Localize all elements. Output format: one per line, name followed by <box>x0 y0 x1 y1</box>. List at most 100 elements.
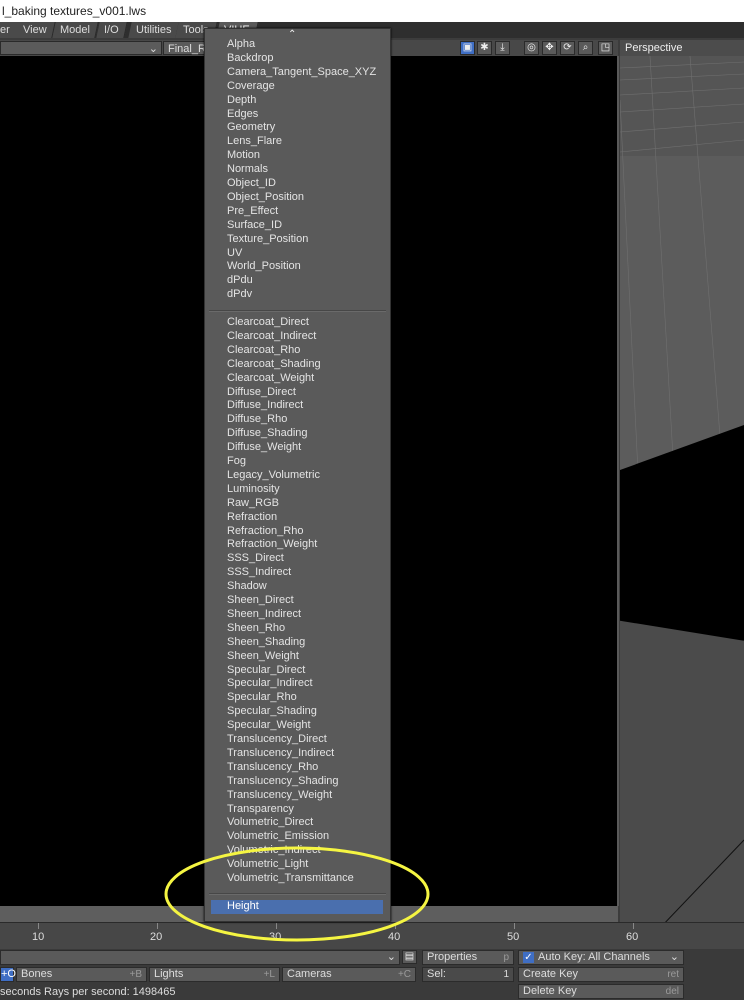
viewport-view-select[interactable]: ⌄ <box>0 41 162 55</box>
menu-item[interactable]: Sheen_Direct <box>227 594 294 606</box>
menu-item[interactable]: Geometry <box>227 121 275 133</box>
center-icon[interactable]: ◎ <box>524 41 539 55</box>
tab-utilities[interactable]: Utilities <box>128 22 181 38</box>
menu-item[interactable]: Sheen_Shading <box>227 636 305 648</box>
menu-item[interactable]: Sheen_Rho <box>227 622 285 634</box>
menu-item[interactable]: dPdu <box>227 274 253 286</box>
scroll-up-icon[interactable]: ⌃ <box>288 29 296 40</box>
menu-item[interactable]: Volumetric_Direct <box>227 816 313 828</box>
checkbox-checked-icon[interactable]: ✓ <box>523 952 534 963</box>
menu-item[interactable]: Diffuse_Shading <box>227 427 308 439</box>
menu-item[interactable]: Refraction_Rho <box>227 525 303 537</box>
timeline[interactable]: 10 20 30 40 50 60 <box>0 922 744 951</box>
item-select-dropdown[interactable]: ⌄ <box>0 950 400 965</box>
menu-item[interactable]: dPdv <box>227 288 252 300</box>
properties-label: Properties <box>427 951 478 963</box>
menu-item[interactable]: Motion <box>227 149 260 161</box>
timeline-tick-label: 20 <box>150 931 163 943</box>
tab-io[interactable]: I/O <box>96 22 128 38</box>
menu-item[interactable]: SSS_Direct <box>227 552 284 564</box>
menu-item[interactable]: Backdrop <box>227 52 273 64</box>
menu-item[interactable]: Object_ID <box>227 177 276 189</box>
menu-item[interactable]: Clearcoat_Weight <box>227 372 314 384</box>
menu-item[interactable]: Volumetric_Transmittance <box>227 872 354 884</box>
menu-item[interactable]: Translucency_Rho <box>227 761 318 773</box>
zoom-icon[interactable]: ⌕ <box>578 41 593 55</box>
autokey-dropdown[interactable]: ✓ Auto Key: All Channels ⌄ <box>518 950 684 965</box>
properties-button[interactable]: Properties p <box>422 950 514 965</box>
tab-label: View <box>23 24 47 36</box>
tab-label: I/O <box>104 24 119 36</box>
menu-item[interactable]: Specular_Weight <box>227 719 311 731</box>
tab-label: Utilities <box>136 24 172 36</box>
lights-button[interactable]: Lights +L <box>149 967 280 982</box>
menu-item[interactable]: Diffuse_Direct <box>227 386 296 398</box>
menu-item[interactable]: Specular_Rho <box>227 691 297 703</box>
menu-item[interactable]: Refraction_Weight <box>227 538 317 550</box>
autokey-label: Auto Key: All Channels <box>538 951 650 963</box>
perspective-viewport[interactable] <box>620 40 744 928</box>
menu-item[interactable]: Translucency_Shading <box>227 775 339 787</box>
menu-item[interactable]: Depth <box>227 94 256 106</box>
menu-item[interactable]: Volumetric_Indirect <box>227 844 321 856</box>
move-icon[interactable]: ✥ <box>542 41 557 55</box>
bones-button[interactable]: Bones +B <box>16 967 147 982</box>
menu-item[interactable]: SSS_Indirect <box>227 566 291 578</box>
menu-item[interactable]: Translucency_Direct <box>227 733 327 745</box>
menu-item[interactable]: Raw_RGB <box>227 497 279 509</box>
window-title-bar: l_baking textures_v001.lws <box>0 0 744 22</box>
menu-item[interactable]: Refraction <box>227 511 277 523</box>
menu-item[interactable]: Lens_Flare <box>227 135 282 147</box>
menu-item[interactable]: Diffuse_Weight <box>227 441 301 453</box>
menu-item[interactable]: Specular_Shading <box>227 705 317 717</box>
maximize-icon[interactable]: ◳ <box>598 41 613 55</box>
right-viewport-header[interactable]: Perspective <box>620 40 744 56</box>
timeline-tick-label: 40 <box>388 931 401 943</box>
menu-item[interactable]: Sheen_Indirect <box>227 608 301 620</box>
menu-item[interactable]: Specular_Direct <box>227 664 305 676</box>
sel-label: Sel: <box>427 968 446 980</box>
menu-item[interactable]: Edges <box>227 108 258 120</box>
menu-item[interactable]: Translucency_Indirect <box>227 747 334 759</box>
menu-item[interactable]: Legacy_Volumetric <box>227 469 320 481</box>
camera-lock-icon[interactable]: ▣ <box>460 41 475 55</box>
menu-item[interactable]: Texture_Position <box>227 233 308 245</box>
menu-item[interactable]: Alpha <box>227 38 255 50</box>
chevron-down-icon: ⌄ <box>148 43 158 55</box>
menu-item[interactable]: Clearcoat_Shading <box>227 358 321 370</box>
menu-item[interactable]: Volumetric_Emission <box>227 830 329 842</box>
menu-item[interactable]: Pre_Effect <box>227 205 278 217</box>
create-key-button[interactable]: Create Key ret <box>518 967 684 982</box>
delete-key-button[interactable]: Delete Key del <box>518 984 684 999</box>
menu-item[interactable]: Diffuse_Indirect <box>227 399 303 411</box>
menu-item[interactable]: Coverage <box>227 80 275 92</box>
menu-item[interactable]: Specular_Indirect <box>227 677 313 689</box>
menu-item[interactable]: Shadow <box>227 580 267 592</box>
menu-item[interactable]: Translucency_Weight <box>227 789 332 801</box>
save-icon[interactable]: ⤓ <box>495 41 510 55</box>
tab-model[interactable]: Model <box>52 22 99 38</box>
menu-item[interactable]: Clearcoat_Rho <box>227 344 300 356</box>
menu-item[interactable]: UV <box>227 247 242 259</box>
menu-item[interactable]: Fog <box>227 455 246 467</box>
rotate-icon[interactable]: ⟳ <box>560 41 575 55</box>
menu-item[interactable]: Sheen_Weight <box>227 650 299 662</box>
menu-item-selected[interactable]: Height <box>211 900 383 914</box>
menu-item[interactable]: Transparency <box>227 803 294 815</box>
menu-item[interactable]: Clearcoat_Indirect <box>227 330 316 342</box>
menu-item[interactable]: World_Position <box>227 260 301 272</box>
menu-item[interactable]: Object_Position <box>227 191 304 203</box>
menu-item[interactable]: Clearcoat_Direct <box>227 316 309 328</box>
menu-item[interactable]: Luminosity <box>227 483 280 495</box>
menu-item[interactable]: Camera_Tangent_Space_XYZ <box>227 66 376 78</box>
menu-item[interactable]: Volumetric_Light <box>227 858 308 870</box>
cameras-button[interactable]: Cameras +C <box>282 967 416 982</box>
menu-item[interactable]: Normals <box>227 163 268 175</box>
buffer-dropdown-menu[interactable]: Alpha Backdrop Camera_Tangent_Space_XYZ Cov… <box>204 28 391 922</box>
menu-item[interactable]: Diffuse_Rho <box>227 413 287 425</box>
objects-button[interactable]: +O <box>0 967 16 982</box>
gear-icon[interactable]: ✱ <box>477 41 492 55</box>
tab-view[interactable]: View <box>15 22 56 38</box>
menu-item[interactable]: Surface_ID <box>227 219 282 231</box>
list-icon[interactable]: ▤ <box>402 950 417 964</box>
